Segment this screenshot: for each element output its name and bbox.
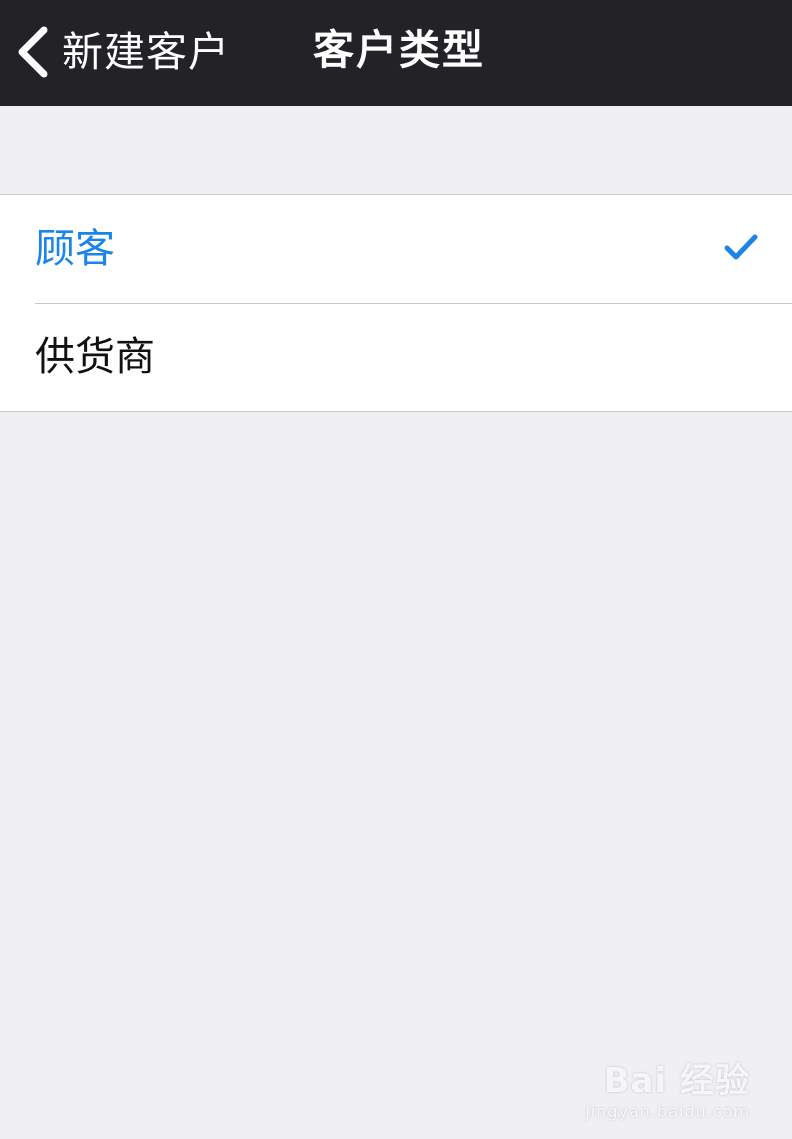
back-button-label: 新建客户 (62, 27, 230, 76)
watermark: Bai 经验 jingyan.baidu.com (585, 1053, 750, 1121)
chevron-left-icon (18, 26, 48, 78)
checkmark-icon (724, 234, 758, 260)
navigation-bar: 新建客户 客户类型 (0, 0, 792, 106)
list-item-label: 顾客 (35, 226, 115, 272)
back-button[interactable]: 新建客户 (14, 22, 230, 82)
watermark-logo-text: Bai 经验 (603, 1061, 750, 1101)
list-item-label: 供货商 (35, 334, 155, 380)
customer-type-list: 顾客 供货商 (0, 194, 792, 412)
page-title: 客户类型 (313, 26, 485, 74)
list-item-customer[interactable]: 顾客 (0, 195, 792, 303)
list-item-supplier[interactable]: 供货商 (0, 303, 792, 411)
watermark-url: jingyan.baidu.com (585, 1102, 750, 1121)
